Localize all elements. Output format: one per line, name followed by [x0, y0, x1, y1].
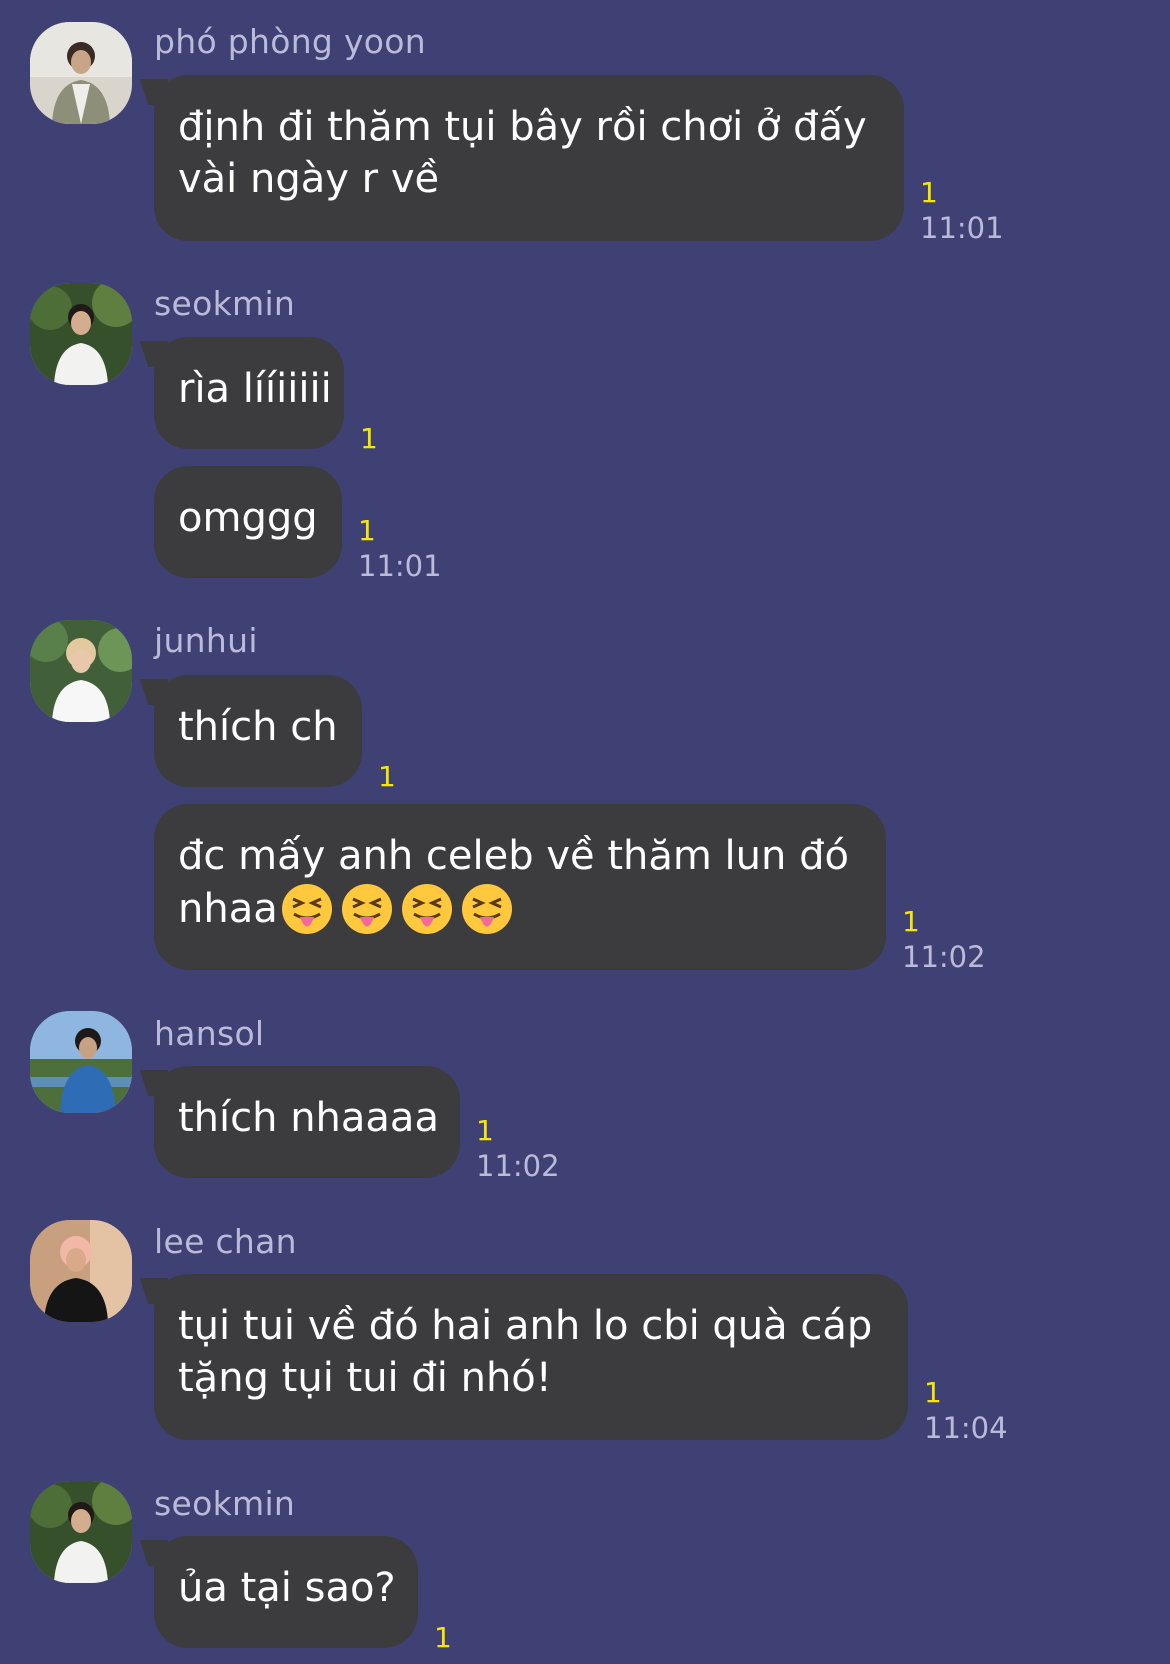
message-text: vài ngày r về: [178, 156, 440, 202]
message-text: đc mấy anh celeb về thăm lun đó: [178, 833, 849, 879]
timestamp: 11:02: [476, 1149, 560, 1183]
emoji-group: [280, 882, 514, 936]
squinting-face-with-tongue-icon: [461, 884, 512, 934]
message-text: tụi tui về đó hai anh lo cbi quà cáp: [178, 1303, 873, 1349]
sender-name: hansol: [154, 1014, 265, 1053]
message-meta: 1 11:01: [920, 176, 1004, 246]
message-text: định đi thăm tụi bây rồi chơi ở đấy: [178, 104, 867, 150]
person-photo-icon: [30, 620, 132, 722]
message-bubble[interactable]: định đi thăm tụi bây rồi chơi ở đấy vài …: [154, 75, 904, 241]
message-meta: 1 11:02: [902, 905, 986, 975]
timestamp: 11:01: [358, 549, 442, 583]
unread-count: 1: [902, 905, 920, 938]
squinting-face-with-tongue-icon: [281, 884, 332, 934]
sender-name: seokmin: [154, 1484, 296, 1523]
timestamp: 11:02: [902, 940, 986, 974]
message-meta: 1: [360, 422, 378, 456]
message-bubble[interactable]: thích ch: [154, 675, 362, 787]
message-bubble[interactable]: omggg: [154, 466, 342, 578]
unread-count: 1: [476, 1114, 494, 1147]
person-photo-icon: [30, 22, 132, 124]
unread-count: 1: [920, 176, 938, 209]
person-photo-icon: [30, 1481, 132, 1583]
timestamp: 11:01: [920, 211, 1004, 245]
message-meta: 1 11:02: [476, 1114, 560, 1184]
squinting-face-with-tongue-icon: [341, 884, 392, 934]
squinting-face-with-tongue-icon: [401, 884, 452, 934]
person-photo-icon: [30, 1220, 132, 1322]
message-text: rìa lííiiiii: [178, 366, 332, 412]
avatar[interactable]: [30, 1011, 132, 1113]
unread-count: 1: [434, 1621, 452, 1654]
unread-count: 1: [378, 760, 396, 793]
message-bubble[interactable]: rìa lííiiiii: [154, 337, 344, 449]
message-meta: 1: [378, 760, 396, 794]
avatar[interactable]: [30, 22, 132, 124]
message-bubble[interactable]: đc mấy anh celeb về thăm lun đó nhaa: [154, 804, 886, 970]
message-text: thích ch: [178, 704, 338, 750]
avatar[interactable]: [30, 620, 132, 722]
message-bubble[interactable]: ủa tại sao?: [154, 1536, 418, 1648]
message-text-line: nhaa: [178, 882, 862, 936]
message-text: tặng tụi tui đi nhó!: [178, 1355, 552, 1401]
message-meta: 1 11:01: [358, 514, 442, 584]
message-text: omggg: [178, 495, 318, 541]
avatar[interactable]: [30, 1220, 132, 1322]
unread-count: 1: [924, 1376, 942, 1409]
message-text: thích nhaaaa: [178, 1095, 439, 1141]
sender-name: lee chan: [154, 1222, 297, 1261]
sender-name: phó phòng yoon: [154, 22, 426, 61]
message-text: ủa tại sao?: [178, 1565, 396, 1611]
message-text: nhaa: [178, 886, 278, 932]
person-photo-icon: [30, 1011, 132, 1113]
timestamp: 11:04: [924, 1411, 1008, 1445]
message-bubble[interactable]: thích nhaaaa: [154, 1066, 460, 1178]
message-bubble[interactable]: tụi tui về đó hai anh lo cbi quà cáp tặn…: [154, 1274, 908, 1440]
person-photo-icon: [30, 283, 132, 385]
sender-name: junhui: [154, 621, 258, 660]
avatar[interactable]: [30, 1481, 132, 1583]
sender-name: seokmin: [154, 284, 296, 323]
unread-count: 1: [358, 514, 376, 547]
unread-count: 1: [360, 422, 378, 455]
chat-thread: phó phòng yoon định đi thăm tụi bây rồi …: [0, 0, 1170, 1664]
message-meta: 1: [434, 1621, 452, 1655]
avatar[interactable]: [30, 283, 132, 385]
message-meta: 1 11:04: [924, 1376, 1008, 1446]
